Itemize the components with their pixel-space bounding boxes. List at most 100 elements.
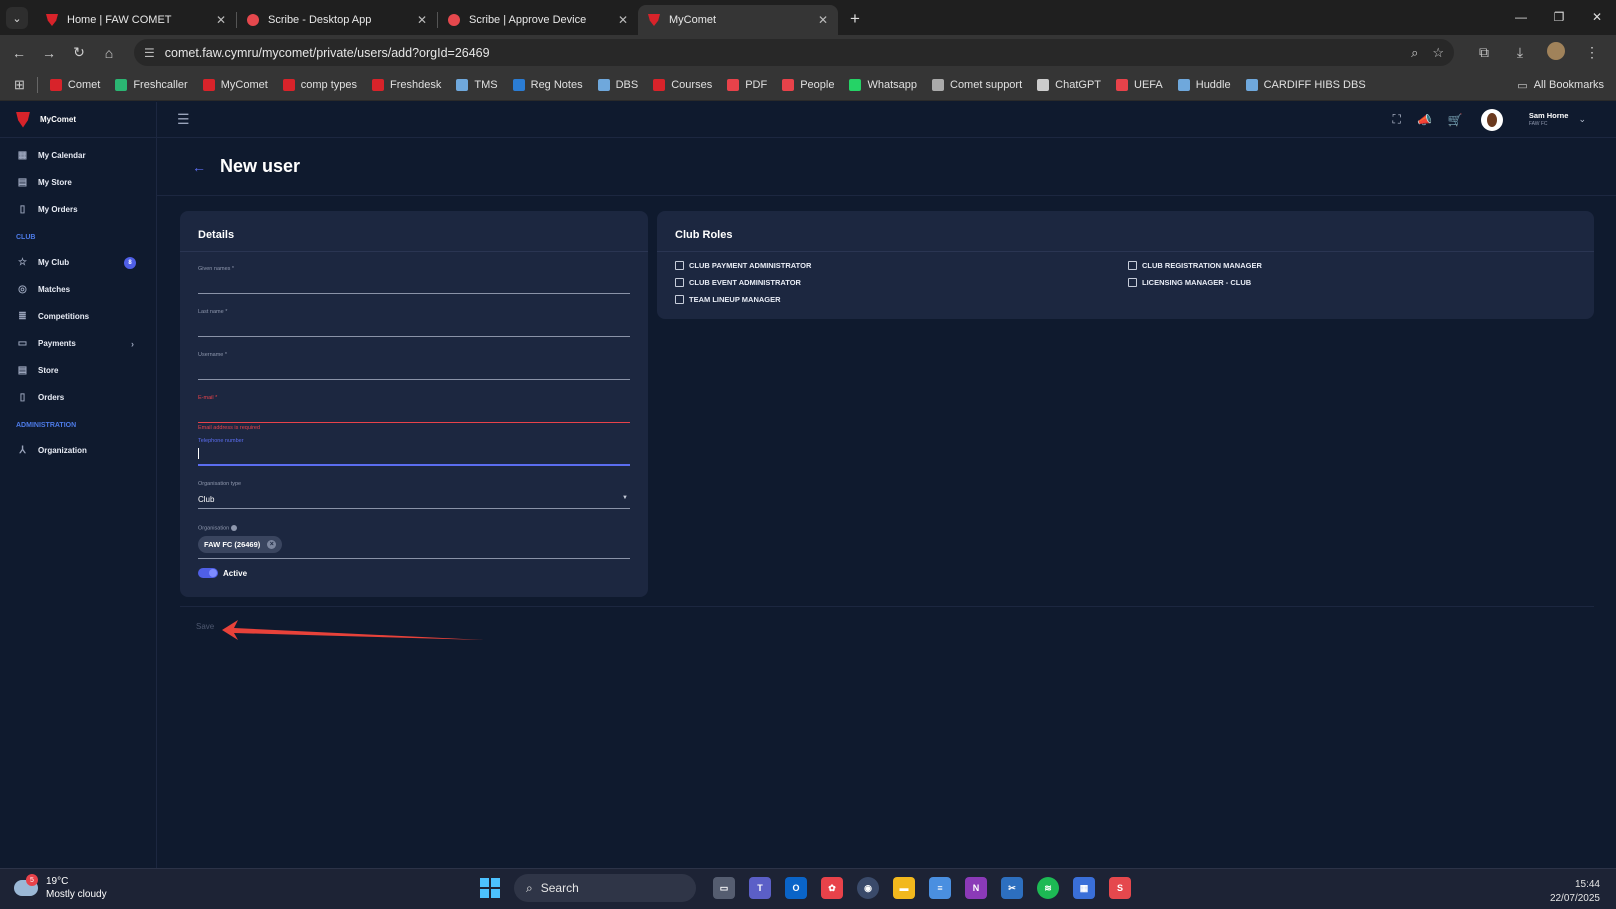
bookmark-item[interactable]: Whatsapp bbox=[849, 79, 917, 91]
taskbar-search[interactable]: ⌕ Search bbox=[514, 874, 696, 902]
url-text[interactable]: comet.faw.cymru/mycomet/private/users/ad… bbox=[165, 46, 1397, 60]
home-icon[interactable]: ⌂ bbox=[94, 45, 124, 61]
sidebar-item-my-store[interactable]: ▤ My Store bbox=[0, 169, 156, 196]
sidebar-item-my-orders[interactable]: ▯ My Orders bbox=[0, 196, 156, 223]
tab-close-icon[interactable]: ✕ bbox=[818, 13, 828, 27]
bookmark-item[interactable]: Freshdesk bbox=[372, 79, 441, 91]
profile-avatar[interactable] bbox=[1538, 42, 1574, 63]
bookmark-item[interactable]: MyComet bbox=[202, 79, 268, 91]
info-icon[interactable] bbox=[231, 525, 238, 531]
checkbox[interactable] bbox=[675, 295, 684, 304]
outlook-icon[interactable]: O bbox=[785, 877, 807, 899]
weather-widget[interactable]: 5 19°C Mostly cloudy bbox=[14, 874, 107, 901]
bookmark-item[interactable]: CARDIFF HIBS DBS bbox=[1245, 79, 1366, 91]
restore-icon[interactable]: ❐ bbox=[1540, 0, 1578, 33]
bookmark-item[interactable]: Freshcaller bbox=[115, 79, 188, 91]
bookmark-item[interactable]: ChatGPT bbox=[1037, 79, 1101, 91]
browser-tab-1[interactable]: Home | FAW COMET ✕ bbox=[36, 5, 236, 35]
close-window-icon[interactable]: ✕ bbox=[1578, 0, 1616, 33]
bookmark-star-icon[interactable]: ☆ bbox=[1432, 45, 1444, 61]
organisation-field[interactable]: Organisation FAW FC (26469) × bbox=[198, 525, 630, 559]
bookmark-item[interactable]: Comet support bbox=[932, 79, 1022, 91]
avatar[interactable] bbox=[1480, 108, 1503, 131]
user-menu[interactable]: Sam Horne FAW FC bbox=[1529, 112, 1569, 127]
scribe-app-icon[interactable]: S bbox=[1109, 877, 1131, 899]
browser-tab-4[interactable]: MyComet ✕ bbox=[638, 5, 838, 35]
download-icon[interactable]: ⤓ bbox=[1502, 44, 1538, 61]
sidebar-item-my-calendar[interactable]: ▦ My Calendar bbox=[0, 142, 156, 169]
chip-remove-icon[interactable]: × bbox=[267, 540, 277, 549]
organisation-chip[interactable]: FAW FC (26469) × bbox=[198, 536, 283, 553]
back-icon[interactable]: ← bbox=[4, 45, 34, 61]
all-bookmarks[interactable]: ▭ All Bookmarks bbox=[1517, 79, 1604, 92]
tab-close-icon[interactable]: ✕ bbox=[618, 13, 628, 27]
email-field[interactable]: E-mail * bbox=[198, 395, 630, 423]
sidebar-item-matches[interactable]: ◎ Matches bbox=[0, 276, 156, 303]
username-field[interactable]: Username * bbox=[198, 352, 630, 380]
tab-search-button[interactable]: ⌄ bbox=[6, 7, 28, 29]
given-names-field[interactable]: Given names * bbox=[198, 266, 630, 294]
save-button[interactable]: Save bbox=[196, 622, 214, 631]
checkbox[interactable] bbox=[675, 278, 684, 287]
role-club-event-administrator[interactable]: CLUB EVENT ADMINISTRATOR bbox=[675, 278, 801, 287]
sidebar-item-competitions[interactable]: ≣ Competitions bbox=[0, 303, 156, 330]
sidebar-item-store[interactable]: ▤ Store bbox=[0, 357, 156, 384]
role-club-registration-manager[interactable]: CLUB REGISTRATION MANAGER bbox=[1128, 261, 1262, 270]
notepad-icon[interactable]: ≡ bbox=[929, 877, 951, 899]
address-bar[interactable]: ☰ comet.faw.cymru/mycomet/private/users/… bbox=[134, 39, 1454, 66]
sidebar-item-orders[interactable]: ▯ Orders bbox=[0, 384, 156, 411]
chrome-icon[interactable]: ◉ bbox=[857, 877, 879, 899]
bookmark-item[interactable]: Courses bbox=[653, 79, 712, 91]
extensions-icon[interactable]: ⧉ bbox=[1466, 44, 1502, 61]
site-info-icon[interactable]: ☰ bbox=[144, 46, 155, 60]
teams-icon[interactable]: T bbox=[749, 877, 771, 899]
sidebar-item-payments[interactable]: ▭ Payments › bbox=[0, 330, 156, 357]
sidebar-item-my-club[interactable]: ☆ My Club 8 bbox=[0, 249, 156, 276]
zoom-icon[interactable]: ⌕ bbox=[1411, 45, 1418, 61]
browser-tab-3[interactable]: Scribe | Approve Device ✕ bbox=[438, 5, 638, 35]
task-view-icon[interactable]: ▭ bbox=[713, 877, 735, 899]
app-red-icon[interactable]: ✿ bbox=[821, 877, 843, 899]
bookmark-item[interactable]: Comet bbox=[49, 79, 100, 91]
windows-start-icon[interactable] bbox=[480, 878, 500, 898]
minimize-icon[interactable]: — bbox=[1502, 0, 1540, 33]
reload-icon[interactable]: ↻ bbox=[64, 44, 94, 61]
microsoft-store-icon[interactable]: ▦ bbox=[1073, 877, 1095, 899]
apps-grid-icon[interactable]: ⊞ bbox=[14, 77, 25, 93]
tab-close-icon[interactable]: ✕ bbox=[216, 13, 226, 27]
file-explorer-icon[interactable]: ▬ bbox=[893, 877, 915, 899]
sidebar-item-organization[interactable]: ⅄ Organization bbox=[0, 437, 156, 464]
back-arrow-icon[interactable]: ← bbox=[192, 159, 206, 175]
organisation-type-select[interactable]: Organisation type Club ▼ bbox=[198, 481, 630, 509]
bookmark-item[interactable]: comp types bbox=[282, 79, 357, 91]
new-tab-plus-icon[interactable]: + bbox=[850, 9, 860, 29]
onenote-icon[interactable]: N bbox=[965, 877, 987, 899]
hamburger-menu-icon[interactable]: ☰ bbox=[177, 111, 190, 128]
bookmark-item[interactable]: UEFA bbox=[1116, 79, 1163, 91]
notifications-icon[interactable]: 📣 bbox=[1417, 113, 1432, 127]
bookmark-item[interactable]: People bbox=[782, 79, 834, 91]
snipping-tool-icon[interactable]: ✂ bbox=[1001, 877, 1023, 899]
fullscreen-icon[interactable]: ⛶ bbox=[1393, 112, 1401, 127]
last-name-field[interactable]: Last name * bbox=[198, 309, 630, 337]
dropdown-arrow-icon[interactable]: ▼ bbox=[622, 495, 628, 501]
browser-tab-2[interactable]: Scribe - Desktop App ✕ bbox=[237, 5, 437, 35]
menu-kebab-icon[interactable]: ⋮ bbox=[1574, 44, 1610, 61]
system-clock[interactable]: 15:44 22/07/2025 bbox=[1550, 878, 1600, 906]
chevron-down-icon[interactable]: ⌄ bbox=[1578, 114, 1586, 125]
bookmark-item[interactable]: Reg Notes bbox=[512, 79, 583, 91]
cart-icon[interactable]: 🛒 bbox=[1448, 113, 1463, 127]
role-club-payment-administrator[interactable]: CLUB PAYMENT ADMINISTRATOR bbox=[675, 261, 811, 270]
bookmark-item[interactable]: PDF bbox=[727, 79, 767, 91]
bookmark-item[interactable]: DBS bbox=[597, 79, 638, 91]
checkbox[interactable] bbox=[1128, 278, 1137, 287]
active-toggle[interactable] bbox=[198, 568, 218, 578]
telephone-field[interactable]: Telephone number bbox=[198, 438, 630, 466]
checkbox[interactable] bbox=[675, 261, 684, 270]
tab-close-icon[interactable]: ✕ bbox=[417, 13, 427, 27]
role-licensing-manager-club[interactable]: LICENSING MANAGER - CLUB bbox=[1128, 278, 1251, 287]
role-team-lineup-manager[interactable]: TEAM LINEUP MANAGER bbox=[675, 295, 781, 304]
spotify-icon[interactable]: ≋ bbox=[1037, 877, 1059, 899]
bookmark-item[interactable]: Huddle bbox=[1177, 79, 1231, 91]
checkbox[interactable] bbox=[1128, 261, 1137, 270]
